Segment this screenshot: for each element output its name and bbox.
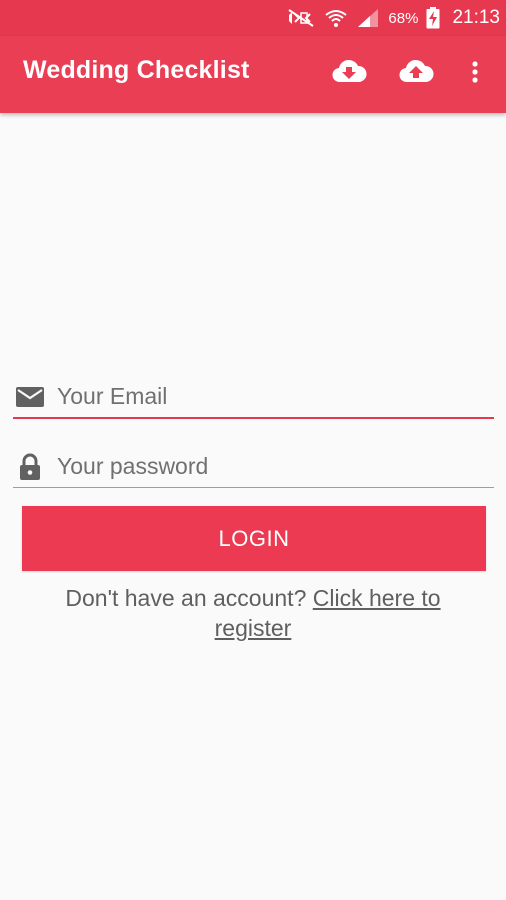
overflow-menu-button[interactable] — [462, 56, 488, 92]
battery-percent: 68% — [388, 9, 419, 27]
login-button[interactable]: LOGIN — [22, 506, 486, 571]
register-prompt-text: Don't have an account? — [65, 585, 307, 611]
lock-icon — [15, 453, 45, 481]
email-field — [13, 377, 494, 419]
cloud-upload-icon — [398, 58, 434, 91]
battery-charging-icon — [426, 7, 440, 29]
app-title: Wedding Checklist — [23, 56, 250, 84]
more-vert-icon — [471, 60, 479, 89]
app-bar: Wedding Checklist — [0, 36, 506, 113]
register-prompt: Don't have an account? Click here to reg… — [30, 583, 476, 643]
status-bar: 68% 21:13 — [0, 0, 506, 36]
signal-icon — [356, 8, 380, 28]
mute-icon — [286, 8, 316, 28]
password-input[interactable] — [57, 447, 487, 485]
email-icon — [15, 383, 45, 411]
status-icons: 68% 21:13 — [286, 0, 500, 36]
status-time: 21:13 — [452, 7, 500, 28]
cloud-download-icon — [331, 58, 367, 91]
cloud-download-button[interactable] — [329, 56, 369, 92]
email-input[interactable] — [57, 377, 487, 415]
cloud-upload-button[interactable] — [396, 56, 436, 92]
wifi-icon — [324, 8, 348, 28]
password-field — [13, 447, 494, 488]
